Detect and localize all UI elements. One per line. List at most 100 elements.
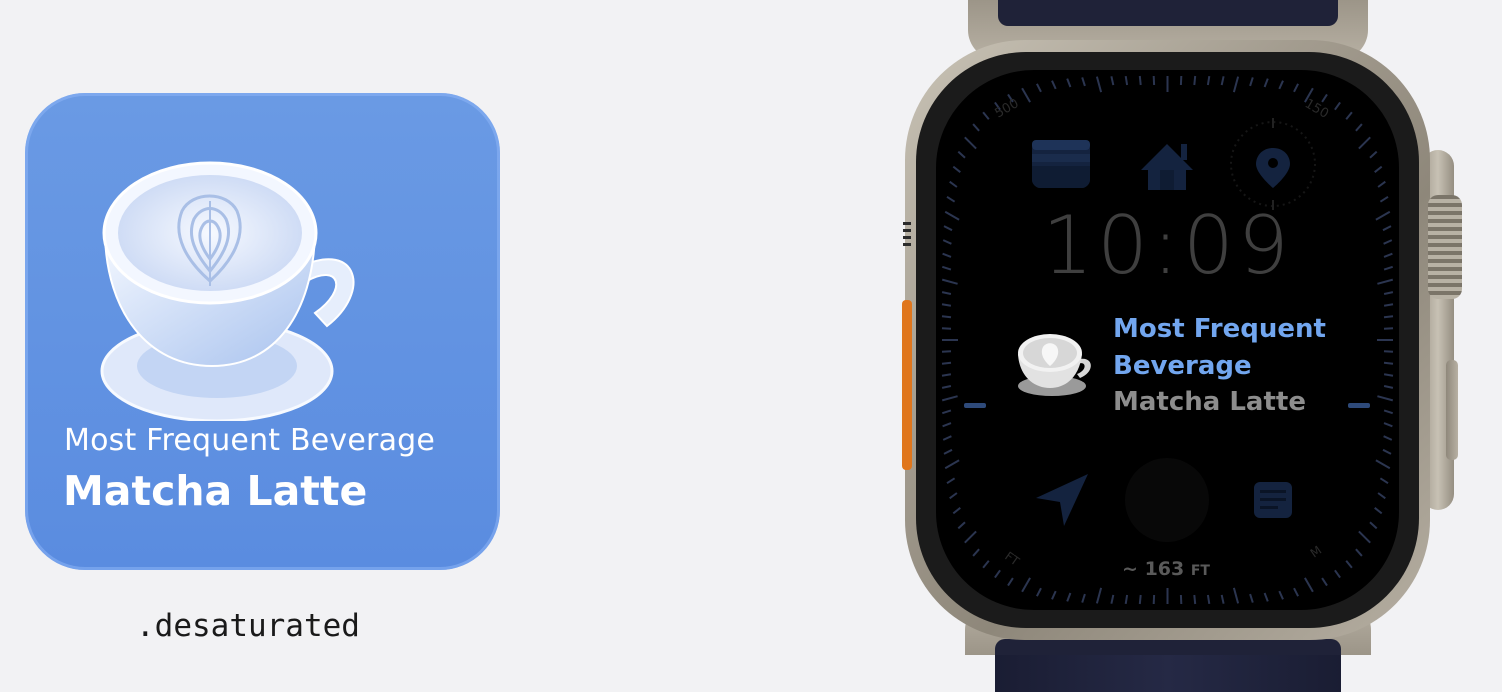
bezel-tick bbox=[1021, 577, 1031, 593]
bezel-tick bbox=[1051, 80, 1057, 90]
action-button[interactable] bbox=[902, 300, 912, 470]
widget-title: Most Frequent Beverage bbox=[64, 423, 436, 458]
news-icon[interactable] bbox=[1254, 482, 1292, 518]
bezel-tick bbox=[1081, 77, 1086, 87]
bezel-tick bbox=[1383, 265, 1394, 271]
bezel-tick bbox=[941, 350, 952, 353]
rendering-mode-caption: .desaturated bbox=[136, 608, 360, 644]
altitude-unit: FT bbox=[1190, 563, 1210, 579]
bezel-tick bbox=[1110, 594, 1115, 604]
bezel-tick bbox=[1095, 76, 1103, 93]
bezel-tick bbox=[941, 265, 952, 271]
bezel-tick bbox=[957, 521, 966, 530]
navigation-arrow-icon[interactable] bbox=[1036, 474, 1088, 526]
widget-value: Matcha Latte bbox=[63, 467, 368, 515]
bezel-tick bbox=[1379, 195, 1389, 203]
bezel-tick bbox=[1334, 101, 1341, 111]
bezel-tick bbox=[941, 361, 952, 365]
bezel-tick bbox=[1278, 590, 1284, 600]
bezel-tick bbox=[1321, 577, 1328, 587]
bezel-tick bbox=[1374, 507, 1383, 515]
altitude-readout: ~ 163 FT bbox=[1116, 558, 1216, 580]
bezel-tick bbox=[972, 548, 980, 557]
bezel-tick bbox=[1051, 590, 1057, 600]
bezel-tick bbox=[1377, 395, 1394, 402]
bezel-tick bbox=[941, 315, 952, 319]
bezel-tick bbox=[1383, 291, 1394, 295]
bezel-tick bbox=[1379, 477, 1389, 485]
bezel-tick bbox=[1110, 76, 1115, 86]
bezel-tick bbox=[1095, 587, 1103, 604]
bezel-tick bbox=[964, 530, 977, 544]
complication-value: Matcha Latte bbox=[1113, 387, 1306, 417]
bezel-tick bbox=[946, 477, 956, 485]
empty-complication[interactable] bbox=[1125, 458, 1209, 542]
altitude-value: 163 bbox=[1144, 558, 1185, 580]
bezel-tick bbox=[941, 373, 952, 377]
bezel-tick bbox=[1293, 587, 1299, 597]
bezel-tick bbox=[1138, 594, 1142, 605]
bezel-label-top-left: 500 bbox=[993, 96, 1022, 121]
bezel-tick bbox=[1383, 435, 1393, 441]
bezel-tick bbox=[1232, 76, 1240, 93]
bezel-tick bbox=[1232, 587, 1240, 604]
bezel-tick bbox=[964, 136, 977, 150]
bezel-tick bbox=[1375, 459, 1391, 470]
bezel-tick bbox=[1263, 78, 1269, 88]
bezel-tick bbox=[946, 195, 956, 203]
bezel-tick bbox=[994, 569, 1001, 579]
bezel-tick bbox=[1358, 136, 1371, 150]
bezel-tick bbox=[1081, 593, 1086, 603]
bezel-tick bbox=[1263, 592, 1269, 602]
digital-crown[interactable] bbox=[1428, 195, 1462, 299]
bezel-tick bbox=[1383, 350, 1394, 353]
bezel-tick bbox=[1383, 422, 1393, 428]
wallet-icon[interactable] bbox=[1032, 140, 1090, 188]
bezel-tick bbox=[1382, 225, 1392, 232]
bezel-tick bbox=[1345, 560, 1353, 569]
bezel-label-bottom-right: M bbox=[1308, 543, 1325, 560]
bezel-tick bbox=[1383, 303, 1394, 307]
bezel-tick bbox=[1249, 593, 1254, 603]
bezel-tick bbox=[1007, 577, 1014, 587]
bezel-tick bbox=[942, 252, 952, 258]
side-button[interactable] bbox=[1446, 360, 1458, 460]
bezel-tick bbox=[941, 395, 958, 402]
microphone-holes bbox=[903, 222, 911, 250]
bezel-tick bbox=[941, 291, 952, 295]
bezel-tick bbox=[942, 422, 952, 428]
home-icon[interactable] bbox=[1141, 144, 1193, 190]
bezel-tick bbox=[1278, 80, 1284, 90]
bezel-tick bbox=[941, 303, 952, 307]
bezel-tick bbox=[1206, 594, 1211, 605]
location-pin-icon[interactable] bbox=[1230, 118, 1316, 210]
bezel-tick bbox=[943, 448, 953, 455]
bezel-tick bbox=[982, 560, 990, 569]
bezel-label-top-right: 150 bbox=[1302, 96, 1331, 121]
bezel-tick bbox=[1220, 76, 1225, 86]
bezel-tick bbox=[1355, 548, 1363, 557]
altitude-prefix: ~ bbox=[1122, 558, 1138, 580]
widget-card[interactable]: Most Frequent Beverage Matcha Latte bbox=[25, 93, 500, 570]
bezel-tick bbox=[1374, 165, 1383, 173]
bezel-tick bbox=[1369, 150, 1378, 159]
bezel-tick bbox=[952, 507, 961, 515]
bezel-tick bbox=[944, 210, 960, 221]
bezel-tick bbox=[952, 165, 961, 173]
bezel-tick bbox=[1355, 123, 1363, 132]
bezel-label-bottom-left: FT bbox=[1002, 549, 1022, 569]
complication-title: Most Frequent Beverage bbox=[1113, 314, 1326, 381]
bezel-tick bbox=[1383, 327, 1394, 330]
bezel-tick bbox=[1036, 587, 1042, 597]
bezel-tick bbox=[941, 385, 952, 389]
bezel-tick bbox=[1383, 409, 1394, 415]
bezel-tick bbox=[1193, 75, 1197, 86]
bezel-tick bbox=[1334, 569, 1341, 579]
bezel-tick bbox=[1293, 83, 1299, 93]
bezel-tick bbox=[1249, 77, 1254, 87]
bezel-tick bbox=[1304, 577, 1314, 593]
bezel-tick bbox=[1358, 530, 1371, 544]
watch-screen[interactable]: 500 150 FT M 10:09 Most Frequent Beverag… bbox=[936, 70, 1399, 610]
bezel-tick bbox=[972, 123, 980, 132]
bezel-tick bbox=[1036, 83, 1042, 93]
